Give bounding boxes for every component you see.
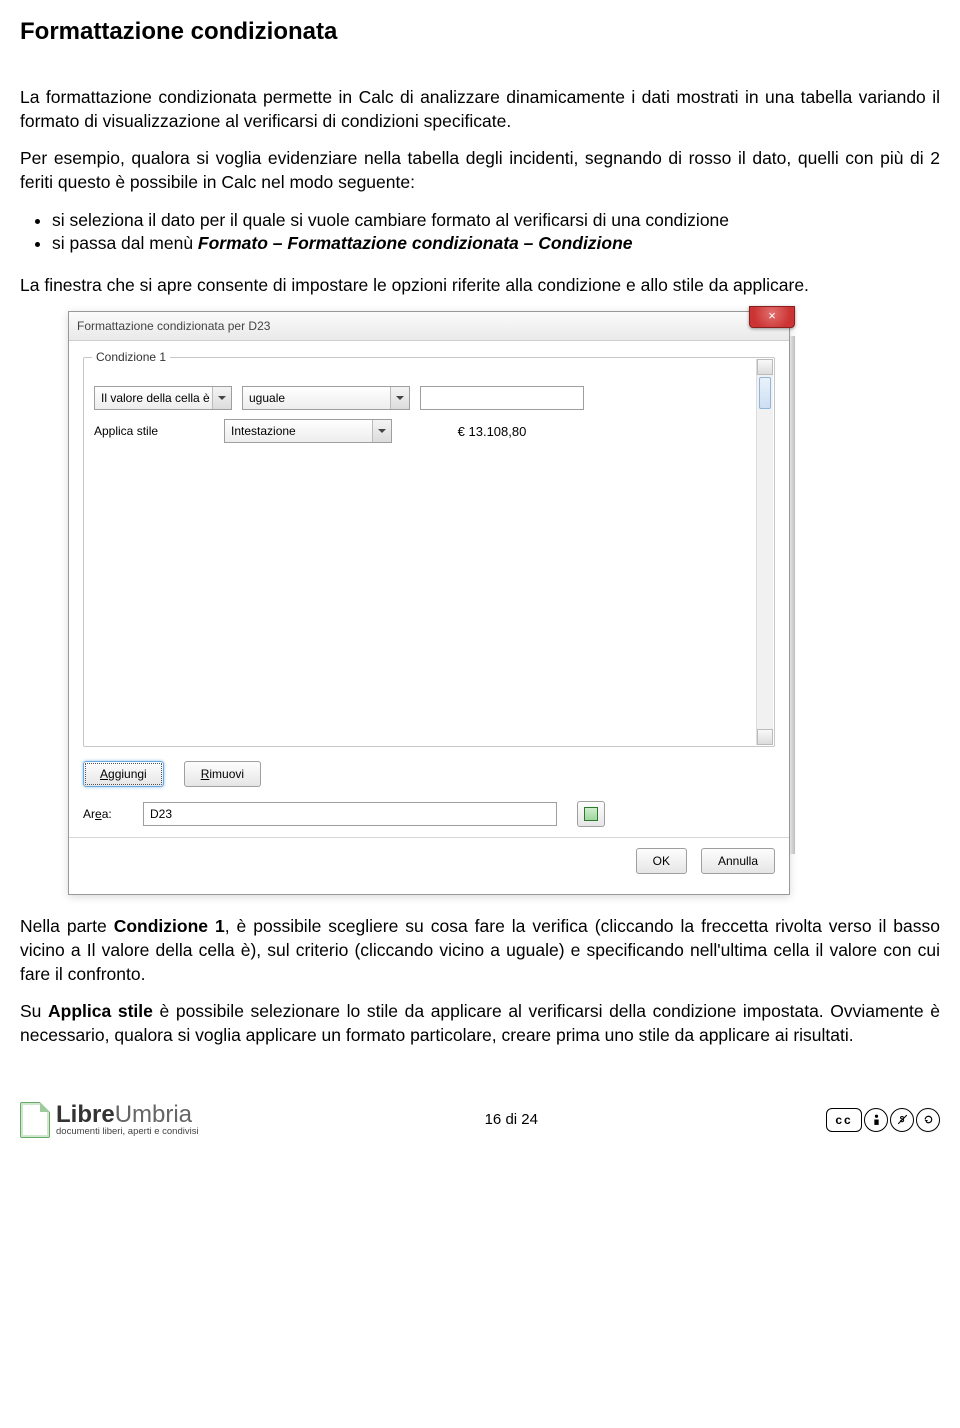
area-input[interactable]: D23 — [143, 802, 557, 826]
apply-style-label: Applica stile — [94, 424, 214, 438]
shrink-reference-button[interactable] — [577, 801, 605, 827]
area-label: Area: — [83, 807, 123, 821]
page-footer: LibreUmbria documenti liberi, aperti e c… — [0, 1082, 960, 1148]
scrollbar-thumb[interactable] — [759, 377, 771, 409]
attribution-icon — [864, 1108, 888, 1132]
logo-tagline: documenti liberi, aperti e condivisi — [56, 1127, 199, 1137]
steps-list: si seleziona il dato per il quale si vuo… — [52, 209, 940, 256]
sharealike-icon — [916, 1108, 940, 1132]
condition-group-label: Condizione 1 — [92, 350, 170, 364]
p5c: è possibile selezionare lo stile da appl… — [20, 1001, 940, 1045]
p5b: Applica stile — [48, 1001, 153, 1021]
chevron-down-icon — [372, 420, 391, 442]
paragraph-intro-2: Per esempio, qualora si voglia evidenzia… — [20, 147, 940, 194]
ok-button[interactable]: OK — [636, 848, 687, 874]
style-preview: € 13.108,80 — [402, 418, 582, 444]
p4b: Condizione 1 — [114, 916, 225, 936]
operator-combo-text: uguale — [249, 391, 285, 405]
document-icon — [20, 1102, 50, 1138]
chevron-down-icon — [390, 387, 409, 409]
paragraph-condition1-explain: Nella parte Condizione 1, è possibile sc… — [20, 915, 940, 986]
step-1: si seleziona il dato per il quale si vuo… — [52, 209, 940, 233]
cc-icon: cc — [826, 1108, 862, 1132]
cancel-button[interactable]: Annulla — [701, 848, 775, 874]
add-button[interactable]: Aggiungi — [83, 761, 164, 787]
scrollbar[interactable] — [756, 359, 773, 745]
remove-button[interactable]: Rimuovi — [184, 761, 261, 787]
comparison-value-input[interactable] — [420, 386, 584, 410]
page-number: 16 di 24 — [485, 1111, 538, 1128]
conditional-formatting-dialog: Formattazione condizionata per D23 × Con… — [68, 311, 790, 895]
step-2-text: si passa dal menù — [52, 233, 198, 253]
paragraph-apply-style-explain: Su Applica stile è possibile selezionare… — [20, 1000, 940, 1047]
dialog-title: Formattazione condizionata per D23 — [77, 319, 270, 333]
chevron-down-icon — [212, 387, 231, 409]
p4a: Nella parte — [20, 916, 114, 936]
operator-combo[interactable]: uguale — [242, 386, 410, 410]
paragraph-dialog-intro: La finestra che si apre consente di impo… — [20, 274, 940, 298]
p5a: Su — [20, 1001, 48, 1021]
dialog-titlebar: Formattazione condizionata per D23 — [69, 312, 789, 341]
apply-style-combo[interactable]: Intestazione — [224, 419, 392, 443]
apply-style-combo-text: Intestazione — [231, 424, 296, 438]
step-2-menu-path: Formato – Formattazione condizionata – C… — [198, 233, 633, 253]
noncommercial-icon: $ — [890, 1108, 914, 1132]
paragraph-intro-1: La formattazione condizionata permette i… — [20, 86, 940, 133]
step-2: si passa dal menù Formato – Formattazion… — [52, 232, 940, 256]
condition-groupbox: Condizione 1 Il valore della cella è ugu… — [83, 357, 775, 747]
add-button-rest: ggiungi — [108, 767, 147, 781]
close-button[interactable]: × — [749, 306, 795, 328]
logo-libre: Libre — [56, 1101, 115, 1128]
logo-umbria: Umbria — [115, 1101, 192, 1128]
cell-value-is-combo-text: Il valore della cella è — [101, 391, 210, 405]
cc-license-icons: cc $ — [824, 1108, 940, 1132]
remove-button-rest: imuovi — [209, 767, 244, 781]
dialog-shadow — [789, 336, 795, 854]
page-title: Formattazione condizionata — [20, 18, 940, 46]
cell-value-is-combo[interactable]: Il valore della cella è — [94, 386, 232, 410]
libreumbria-logo: LibreUmbria documenti liberi, aperti e c… — [20, 1102, 199, 1138]
